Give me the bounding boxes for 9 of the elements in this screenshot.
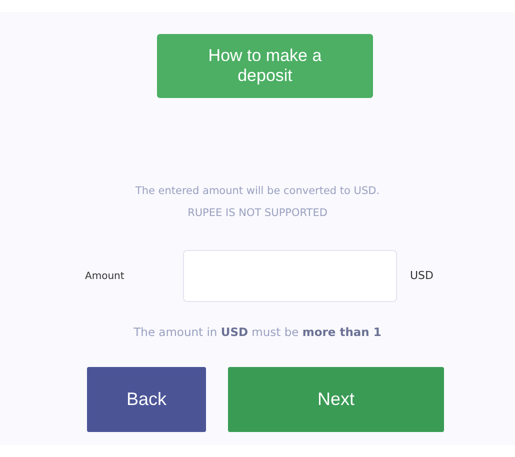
info-text: RUPEE IS NOT SUPPORTED [188,206,328,221]
help-button[interactable]: How to make a deposit [157,34,373,98]
currency-label: USD [410,268,434,284]
next-button[interactable]: Next [228,367,444,432]
back-button[interactable]: Back [87,367,206,432]
amount-hint: The amount in USD must be more than 1 [134,324,382,341]
info-text: The entered amount will be converted to USD. [135,184,380,199]
amount-input[interactable] [183,250,397,302]
amount-label: Amount [85,270,126,284]
